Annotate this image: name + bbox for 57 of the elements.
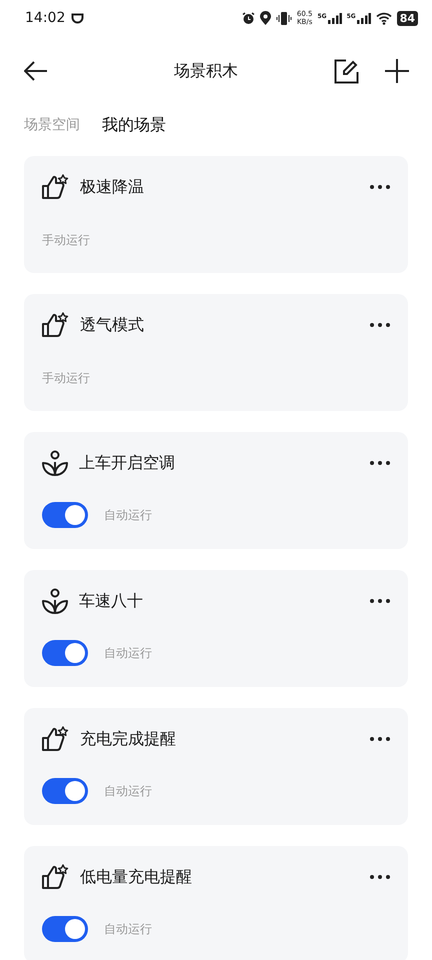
scene-title: 上车开启空调: [79, 452, 176, 474]
add-button[interactable]: [384, 58, 410, 84]
edit-icon: [334, 58, 359, 84]
thumbs-up-star-icon: [42, 726, 69, 752]
more-icon: [370, 737, 390, 741]
battery-level: 84: [396, 10, 418, 26]
more-icon: [370, 323, 390, 327]
back-arrow-icon: [24, 61, 48, 81]
scene-card[interactable]: 低电量充电提醒 自动运行: [24, 846, 408, 960]
run-mode-label: 自动运行: [104, 644, 152, 662]
signal-icon: [356, 12, 371, 24]
more-button[interactable]: [370, 737, 390, 741]
signal-icon: [328, 12, 342, 24]
thumbs-up-star-icon: [42, 174, 69, 200]
toggle-switch[interactable]: [42, 502, 88, 528]
toggle-switch[interactable]: [42, 778, 88, 804]
scene-card[interactable]: 充电完成提醒 自动运行: [24, 708, 408, 825]
more-icon: [370, 599, 390, 603]
run-mode-label: 自动运行: [104, 782, 152, 800]
tab[interactable]: 我的场景: [102, 114, 166, 136]
add-icon: [384, 58, 410, 84]
wifi-icon: [376, 12, 392, 24]
edit-button[interactable]: [334, 58, 359, 84]
run-mode-label: 手动运行: [42, 232, 90, 248]
more-icon: [370, 875, 390, 879]
scene-title: 充电完成提醒: [80, 728, 177, 750]
page-title: 场景积木: [173, 60, 239, 82]
toggle-switch[interactable]: [42, 640, 88, 666]
scene-card[interactable]: 透气模式 手动运行: [24, 294, 408, 411]
scene-title: 透气模式: [80, 314, 145, 336]
location-icon: [260, 11, 271, 25]
alarm-icon: [242, 12, 255, 24]
more-icon: [370, 461, 390, 465]
scene-title: 车速八十: [79, 590, 144, 612]
thumbs-up-star-icon: [42, 864, 69, 890]
run-mode-label: 自动运行: [104, 506, 152, 524]
scene-card[interactable]: 极速降温 手动运行: [24, 156, 408, 273]
more-button[interactable]: [370, 875, 390, 879]
scene-title: 极速降温: [80, 176, 145, 198]
more-icon: [370, 185, 390, 189]
thumbs-up-star-icon: [42, 312, 69, 338]
more-button[interactable]: [370, 185, 390, 189]
sprout-person-icon: [42, 450, 68, 476]
run-mode-label: 手动运行: [42, 370, 90, 386]
notification-icon: [71, 12, 84, 24]
more-button[interactable]: [370, 461, 390, 465]
sprout-person-icon: [42, 588, 68, 614]
scene-card[interactable]: 上车开启空调 自动运行: [24, 432, 408, 549]
scene-title: 低电量充电提醒: [80, 866, 193, 888]
more-button[interactable]: [370, 323, 390, 327]
back-button[interactable]: [24, 61, 48, 81]
scene-card[interactable]: 车速八十 自动运行: [24, 570, 408, 687]
clock-time: 14:02: [25, 10, 66, 26]
toggle-switch[interactable]: [42, 916, 88, 942]
vibrate-icon: [276, 12, 292, 24]
more-button[interactable]: [370, 599, 390, 603]
run-mode-label: 自动运行: [104, 920, 152, 938]
